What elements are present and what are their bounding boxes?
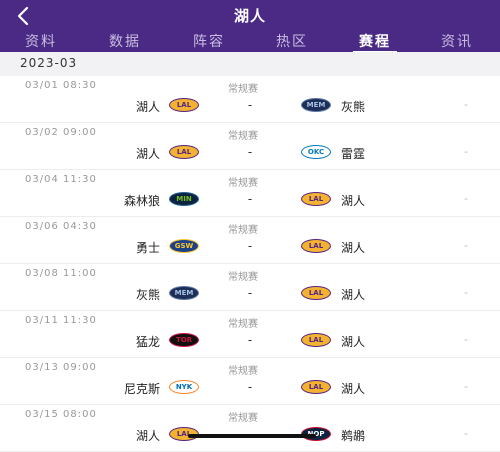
game-time: 03/08 11:00 <box>25 268 97 279</box>
away-team-logo: LAL <box>301 192 331 206</box>
game-score: - <box>247 239 253 253</box>
game-row[interactable]: 03/02 09:00 常规赛湖人 LAL - OKC 雷霆 - <box>0 123 500 170</box>
home-team-logo: LAL <box>169 145 199 159</box>
away-team-logo: LAL <box>301 239 331 253</box>
game-time: 03/15 08:00 <box>25 409 97 420</box>
home-team-logo: TOR <box>169 333 199 347</box>
game-detail: - <box>464 98 468 111</box>
game-score: - <box>247 286 253 300</box>
game-type: 常规赛 <box>228 131 258 142</box>
game-score: - <box>247 380 253 394</box>
tab-profile[interactable]: 资料 <box>5 31 77 51</box>
home-team-name: 森林狼 <box>123 194 160 208</box>
tab-roster[interactable]: 阵容 <box>173 31 245 51</box>
home-team-logo: LAL <box>169 98 199 112</box>
game-type: 常规赛 <box>228 366 258 377</box>
home-indicator <box>188 434 316 438</box>
tab-news[interactable]: 资讯 <box>421 31 493 51</box>
home-team-name: 湖人 <box>135 100 160 114</box>
game-row[interactable]: 03/04 11:30 常规赛森林狼 MIN - LAL 湖人 - <box>0 170 500 217</box>
game-type: 常规赛 <box>228 225 258 236</box>
game-time: 03/02 09:00 <box>25 127 97 138</box>
game-row[interactable]: 03/15 08:00常规赛湖人LAL-NOP鹈鹕- <box>0 405 500 452</box>
tab-schedule[interactable]: 赛程 <box>339 31 411 53</box>
game-type: 常规赛 <box>228 178 258 189</box>
home-team-logo: NYK <box>169 380 199 394</box>
game-score: - <box>247 145 253 159</box>
away-team-name: 湖人 <box>341 335 366 349</box>
away-team-logo: LAL <box>301 286 331 300</box>
game-time: 03/04 11:30 <box>25 174 97 185</box>
away-team-logo: LAL <box>301 380 331 394</box>
game-detail: - <box>464 427 468 440</box>
game-score: - <box>247 192 253 206</box>
game-row[interactable]: 03/11 11:30 常规赛猛龙 TOR - LAL 湖人 - <box>0 311 500 358</box>
tab-stats[interactable]: 数据 <box>89 31 161 51</box>
game-type: 常规赛 <box>228 84 258 95</box>
game-time: 03/11 11:30 <box>25 315 97 326</box>
away-team-name: 灰熊 <box>341 100 366 114</box>
month-section-header: 2023-03 <box>0 52 500 76</box>
game-time: 03/01 08:30 <box>25 80 97 91</box>
game-time: 03/06 04:30 <box>25 221 97 232</box>
tab-hotzone[interactable]: 热区 <box>256 31 328 51</box>
home-team-logo: MEM <box>169 286 199 300</box>
schedule-list: 03/01 08:30 常规赛 湖人 LAL - MEM 灰熊 -03/02 09:00 常规赛… <box>0 76 500 452</box>
tab-bar: 资料 数据 阵容 热区 赛程 资讯 <box>0 30 500 53</box>
game-time: 03/13 09:00 <box>25 362 97 373</box>
home-team-name: 尼克斯 <box>123 382 160 396</box>
away-team-name: 湖人 <box>341 382 366 396</box>
away-team-name: 湖人 <box>341 241 366 255</box>
game-type: 常规赛 <box>228 413 258 424</box>
game-detail: - <box>464 333 468 346</box>
away-team-name: 鹈鹕 <box>341 429 366 443</box>
home-team-name: 灰熊 <box>135 288 160 302</box>
home-team-name: 猛龙 <box>135 335 160 349</box>
away-team-name: 湖人 <box>341 194 366 208</box>
home-team-name: 勇士 <box>135 241 160 255</box>
game-type: 常规赛 <box>228 319 258 330</box>
game-row[interactable]: 03/08 11:00 常规赛灰熊 MEM - LAL 湖人 - <box>0 264 500 311</box>
game-score: - <box>247 98 253 112</box>
away-team-logo: MEM <box>301 98 331 112</box>
game-type: 常规赛 <box>228 272 258 283</box>
game-row[interactable]: 03/06 04:30 常规赛勇士 GSW - LAL 湖人 - <box>0 217 500 264</box>
away-team-logo: LAL <box>301 333 331 347</box>
month-label: 2023-03 <box>20 56 78 70</box>
game-row[interactable]: 03/13 09:00 常规赛尼克斯 NYK - LAL 湖人 - <box>0 358 500 405</box>
away-team-logo: OKC <box>301 145 331 159</box>
game-score: - <box>247 333 253 347</box>
game-row[interactable]: 03/01 08:30 常规赛湖人 LAL - MEM 灰熊 - <box>0 76 500 123</box>
game-detail: - <box>464 380 468 393</box>
game-detail: - <box>464 286 468 299</box>
home-team-logo: GSW <box>169 239 199 253</box>
home-team-name: 湖人 <box>135 429 160 443</box>
home-team-name: 湖人 <box>135 147 160 161</box>
home-team-logo: MIN <box>169 192 199 206</box>
away-team-name: 雷霆 <box>341 147 366 161</box>
game-detail: - <box>464 192 468 205</box>
page-title: 湖人 <box>233 7 266 25</box>
app-header: 湖人 资料 数据 阵容 热区 赛程 资讯 <box>0 0 500 53</box>
game-detail: - <box>464 145 468 158</box>
away-team-name: 湖人 <box>341 288 366 302</box>
game-detail: - <box>464 239 468 252</box>
tab-schedule-label: 赛程 <box>359 34 391 50</box>
